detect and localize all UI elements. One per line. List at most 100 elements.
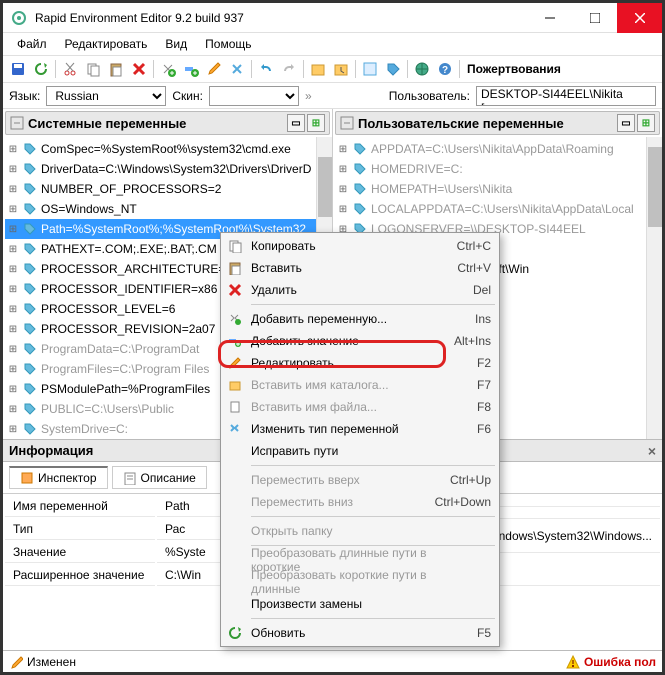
help-icon[interactable]: ?: [434, 58, 456, 80]
menu-help[interactable]: Помощь: [197, 35, 259, 53]
lang-label: Язык:: [9, 89, 40, 103]
skin-select[interactable]: [209, 86, 299, 106]
expand-toggle[interactable]: ⊞: [7, 284, 19, 295]
donate-button[interactable]: Пожертвования: [467, 62, 561, 76]
menubar: Файл Редактировать Вид Помощь: [3, 33, 662, 55]
lang-select[interactable]: Russian: [46, 86, 166, 106]
paste-icon[interactable]: [105, 58, 127, 80]
ctx-paste[interactable]: ВставитьCtrl+V: [223, 257, 497, 279]
tree-row[interactable]: ⊞ HOMEPATH=\Users\Nikita: [335, 179, 660, 199]
expand-toggle[interactable]: ⊞: [337, 184, 349, 195]
menu-edit[interactable]: Редактировать: [57, 35, 156, 53]
expand-toggle[interactable]: ⊞: [7, 324, 19, 335]
expand-toggle[interactable]: ⊞: [7, 424, 19, 435]
expand-toggle[interactable]: ⊞: [7, 184, 19, 195]
globe-icon[interactable]: [411, 58, 433, 80]
expand-toggle[interactable]: ⊞: [7, 224, 19, 235]
ctx-shortcut: F7: [477, 378, 491, 392]
redo-icon[interactable]: [278, 58, 300, 80]
expand-toggle[interactable]: ⊞: [7, 244, 19, 255]
ctx-copy[interactable]: КопироватьCtrl+C: [223, 235, 497, 257]
expand-toggle[interactable]: ⊞: [7, 204, 19, 215]
addvar-icon: [227, 311, 243, 327]
change-type-icon[interactable]: [226, 58, 248, 80]
pane-expand-button[interactable]: ⊞: [637, 114, 655, 132]
refresh-icon: [227, 625, 243, 641]
ctx-delete[interactable]: Удалить Del: [223, 279, 497, 301]
ctx-label: Удалить: [251, 283, 453, 297]
tree-row[interactable]: ⊞ComSpec=%SystemRoot%\system32\cmd.exe: [5, 139, 330, 159]
backup-icon[interactable]: [307, 58, 329, 80]
ctx-chtype[interactable]: Изменить тип переменнойF6: [223, 418, 497, 440]
expand-toggle[interactable]: ⊞: [337, 144, 349, 155]
maximize-button[interactable]: [572, 3, 617, 33]
tree-row-label: PROCESSOR_IDENTIFIER=x86: [41, 282, 217, 296]
tab-inspector[interactable]: Инспектор: [9, 466, 108, 489]
expand-toggle[interactable]: ⊞: [337, 204, 349, 215]
info-table-left: Имя переменнойPathТипРасЗначение%SysteРа…: [3, 494, 246, 588]
pane-collapse-button[interactable]: ▭: [287, 114, 305, 132]
refresh-icon[interactable]: [30, 58, 52, 80]
copy-icon[interactable]: [82, 58, 104, 80]
pane-collapse-button[interactable]: ▭: [617, 114, 635, 132]
expand-toggle[interactable]: ⊞: [7, 344, 19, 355]
menu-file[interactable]: Файл: [9, 35, 55, 53]
edit-icon[interactable]: [203, 58, 225, 80]
ctx-item: Переместить вверхCtrl+Up: [223, 469, 497, 491]
cut-icon[interactable]: [59, 58, 81, 80]
undo-icon[interactable]: [255, 58, 277, 80]
insdir-icon: [227, 377, 243, 393]
ctx-addvar[interactable]: Добавить переменную...Ins: [223, 308, 497, 330]
expand-toggle[interactable]: ⊞: [7, 364, 19, 375]
tab-description[interactable]: Описание: [112, 466, 207, 489]
expand-toggle[interactable]: ⊞: [7, 164, 19, 175]
tree-row[interactable]: ⊞ OS=Windows_NT: [5, 199, 330, 219]
ctx-shortcut: Del: [473, 283, 491, 297]
minimize-button[interactable]: [527, 3, 572, 33]
scrollbar[interactable]: [646, 137, 662, 439]
tree-row[interactable]: ⊞HOMEDRIVE=C:: [335, 159, 660, 179]
pane-expand-button[interactable]: ⊞: [307, 114, 325, 132]
ctx-shortcut: Ins: [475, 312, 491, 326]
ctx-edit[interactable]: РедактироватьF2: [223, 352, 497, 374]
delete-icon[interactable]: [128, 58, 150, 80]
ctx-addval[interactable]: Добавить значениеAlt+Ins: [223, 330, 497, 352]
tree-row[interactable]: ⊞ LOCALAPPDATA=C:\Users\Nikita\AppData\Lo…: [335, 199, 660, 219]
menu-view[interactable]: Вид: [157, 35, 195, 53]
user-select[interactable]: DESKTOP-SI44EEL\Nikita [текущ: [476, 86, 656, 106]
ctx-item[interactable]: Произвести замены: [223, 593, 497, 615]
tree-row-label: LOCALAPPDATA=C:\Users\Nikita\AppData\Loc…: [371, 202, 634, 216]
expand-toggle[interactable]: ⊞: [7, 264, 19, 275]
save-icon[interactable]: [7, 58, 29, 80]
add-var-icon[interactable]: [157, 58, 179, 80]
expand-toggle[interactable]: ⊞: [7, 144, 19, 155]
tree-row[interactable]: ⊞DriverData=C:\Windows\System32\Drivers\…: [5, 159, 330, 179]
restore-icon[interactable]: [330, 58, 352, 80]
expand-icon[interactable]: [10, 116, 24, 130]
tag-icon[interactable]: [382, 58, 404, 80]
delete-icon: [227, 282, 243, 298]
ctx-item[interactable]: Исправить пути: [223, 440, 497, 462]
var-icon: [23, 262, 37, 276]
tree-row[interactable]: ⊞NUMBER_OF_PROCESSORS=2: [5, 179, 330, 199]
tree-row-label: SystemDrive=C:: [41, 422, 128, 436]
expand-toggle[interactable]: ⊞: [7, 404, 19, 415]
filter-icon[interactable]: [359, 58, 381, 80]
tree-row-label: PROCESSOR_LEVEL=6: [41, 302, 175, 316]
ctx-label: Изменить тип переменной: [251, 422, 457, 436]
add-val-icon[interactable]: [180, 58, 202, 80]
edit-icon: [227, 355, 243, 371]
expand-icon[interactable]: [340, 116, 354, 130]
expand-toggle[interactable]: ⊞: [337, 164, 349, 175]
ctx-item: Преобразовать короткие пути в длинные: [223, 571, 497, 593]
tree-row[interactable]: ⊞APPDATA=C:\Users\Nikita\AppData\Roaming: [335, 139, 660, 159]
user-label: Пользователь:: [389, 89, 470, 103]
expand-toggle[interactable]: ⊞: [7, 384, 19, 395]
tree-row-label: HOMEPATH=\Users\Nikita: [371, 182, 512, 196]
info-close-icon[interactable]: ×: [648, 443, 656, 459]
expand-toggle[interactable]: ⊞: [7, 304, 19, 315]
close-button[interactable]: [617, 3, 662, 33]
tree-row-label: OS=Windows_NT: [41, 202, 137, 216]
ctx-refresh[interactable]: ОбновитьF5: [223, 622, 497, 644]
context-menu: КопироватьCtrl+CВставитьCtrl+V Удалить Del…: [220, 232, 500, 647]
